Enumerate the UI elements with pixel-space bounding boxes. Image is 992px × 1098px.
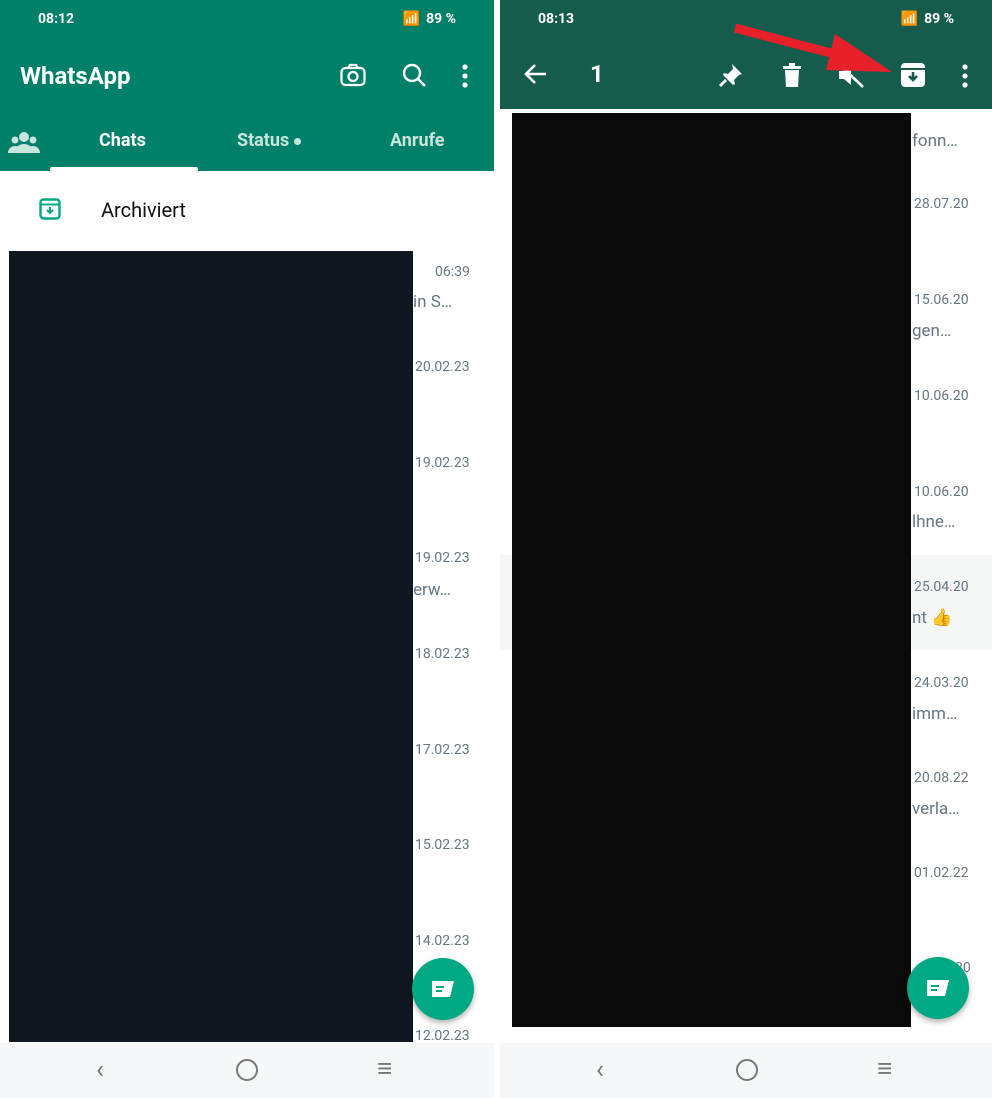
battery-level: 89 % bbox=[426, 11, 456, 27]
nav-recents-icon[interactable]: ≡ bbox=[377, 1053, 392, 1084]
signal-icon: 📶 bbox=[900, 11, 919, 27]
left-screen: 08:12 📶 89 % WhatsApp Chats Status Anrufe… bbox=[0, 0, 494, 1098]
new-chat-button[interactable] bbox=[412, 958, 474, 1020]
more-vert-icon[interactable] bbox=[955, 62, 975, 90]
selection-header: 08:13 📶 89 % 1 bbox=[500, 0, 992, 109]
system-nav-bar: ‹ ≡ bbox=[500, 1043, 992, 1098]
status-icons: 📶 89 % bbox=[901, 11, 954, 27]
app-header: 08:12 📶 89 % WhatsApp Chats Status Anrufe bbox=[0, 0, 494, 171]
chat-date: 19.02.23 bbox=[415, 550, 470, 566]
nav-back-icon[interactable]: ‹ bbox=[596, 1055, 604, 1085]
status-time: 08:12 bbox=[38, 11, 75, 27]
chat-date: 01.02.22 bbox=[914, 865, 969, 881]
chat-date: 15.02.23 bbox=[415, 837, 470, 853]
chat-date: 18.02.23 bbox=[415, 646, 470, 662]
chat-date: 06:39 bbox=[435, 264, 470, 280]
nav-home-icon[interactable] bbox=[236, 1059, 258, 1081]
community-icon[interactable] bbox=[8, 130, 40, 154]
active-tab-indicator bbox=[50, 167, 198, 171]
tab-status[interactable]: Status bbox=[237, 130, 301, 151]
battery-level: 89 % bbox=[924, 11, 954, 27]
chat-date: 12.02.23 bbox=[415, 1028, 470, 1044]
search-icon[interactable] bbox=[399, 60, 429, 90]
right-screen: 08:13 📶 89 % 1 fonn… 28.07.20 15.06.20 ge… bbox=[500, 0, 992, 1098]
status-dot-icon bbox=[293, 137, 301, 145]
new-chat-icon bbox=[432, 981, 454, 997]
archive-icon bbox=[901, 63, 925, 87]
chat-date: 20.02.23 bbox=[415, 359, 470, 375]
chat-date: 24.03.20 bbox=[914, 675, 969, 691]
status-icons: 📶 89 % bbox=[403, 11, 456, 27]
redacted-chat-list bbox=[512, 113, 911, 1027]
more-vert-icon[interactable] bbox=[455, 62, 475, 90]
tab-calls[interactable]: Anrufe bbox=[390, 130, 445, 151]
chat-date: 19.02.23 bbox=[415, 455, 470, 471]
archive-button[interactable] bbox=[899, 60, 927, 90]
chat-snippet: imm… bbox=[912, 704, 958, 724]
system-nav-bar: ‹ ≡ bbox=[0, 1043, 494, 1098]
tab-status-label: Status bbox=[237, 130, 290, 151]
chat-date: 10.06.20 bbox=[914, 484, 969, 500]
chat-date: 10.06.20 bbox=[914, 388, 969, 404]
status-time: 08:13 bbox=[538, 11, 575, 27]
new-chat-icon bbox=[927, 980, 949, 996]
camera-icon[interactable] bbox=[338, 60, 368, 90]
archived-label: Archiviert bbox=[101, 198, 186, 222]
signal-icon: 📶 bbox=[402, 11, 421, 27]
new-chat-button[interactable] bbox=[907, 957, 969, 1019]
chat-date: 28.07.20 bbox=[914, 196, 969, 212]
annotation-arrow bbox=[733, 23, 892, 72]
chat-date: 15.06.20 bbox=[914, 292, 969, 308]
app-title: WhatsApp bbox=[20, 62, 131, 90]
selected-count: 1 bbox=[590, 60, 604, 88]
chat-snippet: in S… bbox=[413, 292, 453, 312]
back-arrow-icon[interactable] bbox=[522, 60, 550, 88]
chat-snippet: fonn… bbox=[912, 131, 958, 151]
nav-back-icon[interactable]: ‹ bbox=[96, 1055, 104, 1085]
redacted-chat-list bbox=[9, 251, 413, 1042]
chat-date: 25.04.20 bbox=[914, 579, 969, 595]
chat-date: 14.02.23 bbox=[415, 933, 470, 949]
tab-chats[interactable]: Chats bbox=[99, 130, 146, 151]
chat-date: 20.08.22 bbox=[914, 770, 969, 786]
chat-snippet: nt 👍 bbox=[912, 608, 953, 628]
chat-snippet: lhne… bbox=[912, 512, 956, 532]
archive-icon bbox=[38, 197, 62, 221]
chat-snippet: gen… bbox=[912, 321, 952, 341]
chat-snippet: verla… bbox=[912, 799, 960, 819]
chat-date: 17.02.23 bbox=[415, 742, 470, 758]
nav-recents-icon[interactable]: ≡ bbox=[877, 1053, 892, 1084]
chat-snippet: erw… bbox=[413, 580, 452, 600]
nav-home-icon[interactable] bbox=[736, 1059, 758, 1081]
